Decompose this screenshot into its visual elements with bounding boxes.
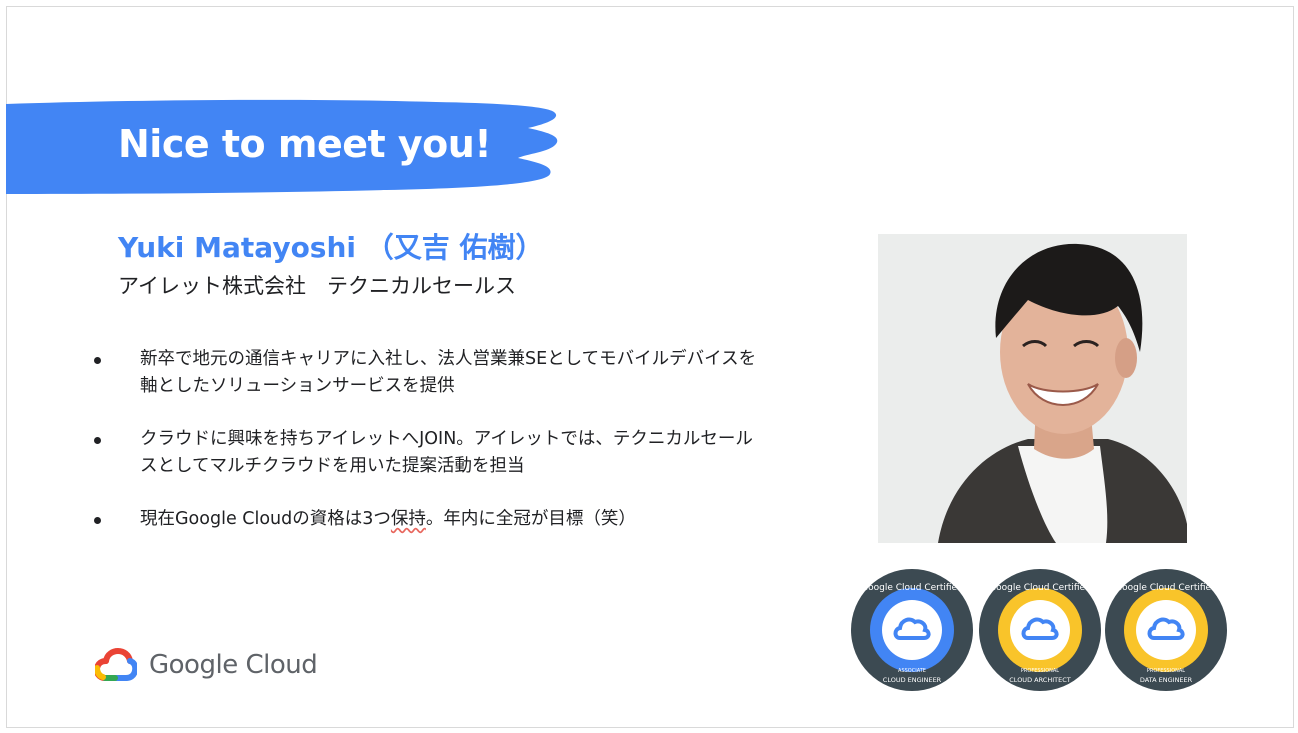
badge-top-text: Google Cloud Certified	[1115, 583, 1217, 593]
bullet-text-post: 。年内に全冠が目標（笑）	[425, 509, 636, 529]
certification-badge-icon: Google Cloud Certified ASSOCIATE CLOUD E…	[851, 569, 973, 691]
badge-level-text: ASSOCIATE	[898, 668, 926, 674]
badge-top-text: Google Cloud Certified	[989, 583, 1091, 593]
speaker-title: アイレット株式会社 テクニカルセールス	[118, 274, 516, 298]
badge-top-text: Google Cloud Certified	[861, 583, 963, 593]
bullet-text: クラウドに興味を持ちアイレットへJOIN。アイレットでは、テクニカルセールスとし…	[140, 429, 753, 476]
badge-level-text: PROFESSIONAL	[1147, 668, 1185, 674]
badge-level-text: PROFESSIONAL	[1021, 668, 1059, 674]
bullet-item: 新卒で地元の通信キャリアに入社し、法人営業兼SEとしてモバイルデバイスを軸とした…	[88, 346, 768, 400]
bullet-text-pre: 現在Google Cloudの資格は3つ	[140, 509, 391, 529]
bullet-dot-icon	[94, 517, 101, 524]
badge-role-text: DATA ENGINEER	[1140, 676, 1193, 684]
bullet-dot-icon	[94, 357, 101, 364]
bullet-item: クラウドに興味を持ちアイレットへJOIN。アイレットでは、テクニカルセールスとし…	[88, 426, 768, 480]
profile-photo	[878, 234, 1187, 543]
bullet-dot-icon	[94, 437, 101, 444]
google-cloud-logo: Google Cloud	[95, 648, 318, 682]
google-cloud-logo-text: Google Cloud	[149, 650, 318, 680]
certification-badge-icon: Google Cloud Certified PROFESSIONAL DATA…	[1105, 569, 1227, 691]
speaker-name: Yuki Matayoshi （又吉 佑樹）	[118, 231, 544, 264]
bullet-item: 現在Google Cloudの資格は3つ保持。年内に全冠が目標（笑）	[88, 506, 768, 533]
badge-role-text: CLOUD ARCHITECT	[1009, 676, 1070, 684]
page-title: Nice to meet you!	[118, 122, 492, 166]
badge-role-text: CLOUD ENGINEER	[883, 676, 942, 684]
bullet-text: 新卒で地元の通信キャリアに入社し、法人営業兼SEとしてモバイルデバイスを軸とした…	[140, 349, 757, 396]
google-cloud-logo-icon	[95, 648, 137, 681]
bullet-list: 新卒で地元の通信キャリアに入社し、法人営業兼SEとしてモバイルデバイスを軸とした…	[88, 346, 768, 559]
spellcheck-underlined-word: 保持	[390, 509, 426, 529]
profile-photo-illustration	[878, 234, 1187, 543]
certification-badge-icon: Google Cloud Certified PROFESSIONAL CLOU…	[979, 569, 1101, 691]
